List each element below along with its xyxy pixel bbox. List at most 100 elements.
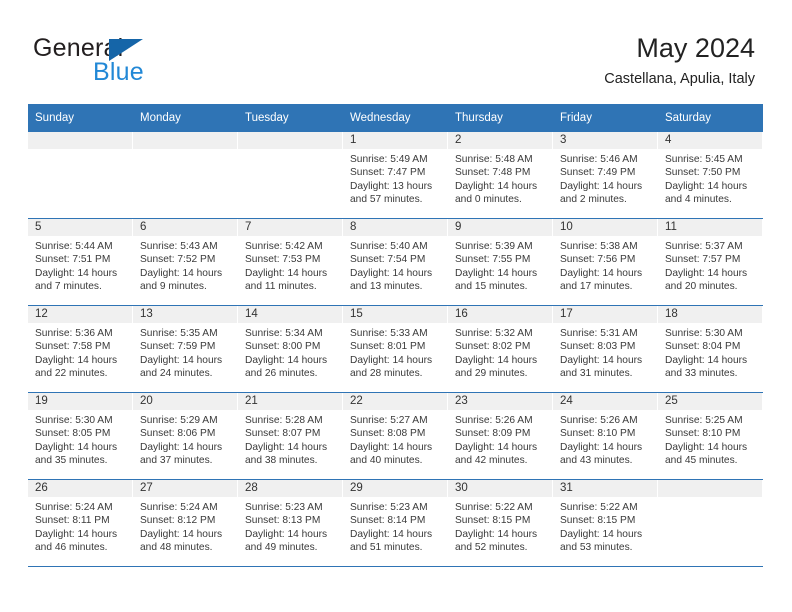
day-cell-inner: 29 Sunrise: 5:23 AM Sunset: 8:14 PM Dayligh… xyxy=(343,480,448,566)
day-sun-info: Sunrise: 5:45 AM Sunset: 7:50 PM Daylight:… xyxy=(658,149,762,207)
sunrise-text: Sunrise: 5:39 AM xyxy=(455,241,533,252)
sunrise-text: Sunrise: 5:45 AM xyxy=(665,154,743,165)
day-cell-inner: 8 Sunrise: 5:40 AM Sunset: 7:54 PM Daylight… xyxy=(343,219,448,305)
calendar-day-cell[interactable] xyxy=(133,132,238,219)
day-number: 29 xyxy=(343,480,447,497)
day-cell-inner xyxy=(133,132,238,218)
daylight-text: Daylight: 14 hours and 22 minutes. xyxy=(35,354,118,380)
weekday-header-saturday: Saturday xyxy=(658,104,763,132)
day-sun-info: Sunrise: 5:39 AM Sunset: 7:55 PM Daylight:… xyxy=(448,236,552,294)
calendar-table: Sunday Monday Tuesday Wednesday Thursday… xyxy=(28,104,763,567)
calendar-day-cell[interactable]: 10 Sunrise: 5:38 AM Sunset: 7:56 PM Dayligh… xyxy=(553,218,658,306)
daylight-text: Daylight: 14 hours and 49 minutes. xyxy=(245,528,328,554)
day-sun-info: Sunrise: 5:37 AM Sunset: 7:57 PM Daylight:… xyxy=(658,236,762,294)
page-subtitle: Castellana, Apulia, Italy xyxy=(604,71,755,87)
sunrise-text: Sunrise: 5:26 AM xyxy=(455,415,533,426)
day-sun-info: Sunrise: 5:25 AM Sunset: 8:10 PM Daylight:… xyxy=(658,410,762,468)
sunrise-text: Sunrise: 5:28 AM xyxy=(245,415,323,426)
logo-general-blue[interactable]: General Blue xyxy=(33,34,253,92)
sunset-text: Sunset: 7:56 PM xyxy=(560,254,636,266)
sunset-text: Sunset: 7:57 PM xyxy=(665,254,741,266)
sunrise-text: Sunrise: 5:37 AM xyxy=(665,241,743,252)
calendar-day-cell[interactable]: 3 Sunrise: 5:46 AM Sunset: 7:49 PM Daylight… xyxy=(553,132,658,219)
day-number: 25 xyxy=(658,393,762,410)
day-cell-inner: 16 Sunrise: 5:32 AM Sunset: 8:02 PM Dayligh… xyxy=(448,306,553,392)
calendar-day-cell[interactable]: 23 Sunrise: 5:26 AM Sunset: 8:09 PM Dayligh… xyxy=(448,392,553,480)
calendar-day-cell[interactable]: 9 Sunrise: 5:39 AM Sunset: 7:55 PM Daylight… xyxy=(448,218,553,306)
calendar-day-cell[interactable]: 11 Sunrise: 5:37 AM Sunset: 7:57 PM Dayligh… xyxy=(658,218,763,306)
day-cell-inner: 14 Sunrise: 5:34 AM Sunset: 8:00 PM Dayligh… xyxy=(238,306,343,392)
calendar-day-cell[interactable]: 20 Sunrise: 5:29 AM Sunset: 8:06 PM Dayligh… xyxy=(133,392,238,480)
sunrise-text: Sunrise: 5:44 AM xyxy=(35,241,113,252)
day-number: 13 xyxy=(133,306,237,323)
calendar-day-cell[interactable] xyxy=(28,132,133,219)
sunset-text: Sunset: 8:13 PM xyxy=(245,515,321,527)
day-sun-info: Sunrise: 5:42 AM Sunset: 7:53 PM Daylight:… xyxy=(238,236,342,294)
calendar-day-cell[interactable]: 15 Sunrise: 5:33 AM Sunset: 8:01 PM Dayligh… xyxy=(343,305,448,393)
day-number: 28 xyxy=(238,480,342,497)
daylight-text: Daylight: 14 hours and 43 minutes. xyxy=(560,441,643,467)
calendar-day-cell[interactable]: 8 Sunrise: 5:40 AM Sunset: 7:54 PM Daylight… xyxy=(343,218,448,306)
daylight-text: Daylight: 14 hours and 33 minutes. xyxy=(665,354,748,380)
sunrise-text: Sunrise: 5:32 AM xyxy=(455,328,533,339)
weekday-header-monday: Monday xyxy=(133,104,238,132)
calendar-day-cell[interactable]: 30 Sunrise: 5:22 AM Sunset: 8:15 PM Dayligh… xyxy=(448,479,553,567)
day-cell-inner: 27 Sunrise: 5:24 AM Sunset: 8:12 PM Dayligh… xyxy=(133,480,238,566)
day-cell-inner: 9 Sunrise: 5:39 AM Sunset: 7:55 PM Daylight… xyxy=(448,219,553,305)
calendar-day-cell[interactable]: 13 Sunrise: 5:35 AM Sunset: 7:59 PM Dayligh… xyxy=(133,305,238,393)
calendar-day-cell[interactable]: 26 Sunrise: 5:24 AM Sunset: 8:11 PM Dayligh… xyxy=(28,479,133,567)
day-sun-info: Sunrise: 5:49 AM Sunset: 7:47 PM Daylight:… xyxy=(343,149,447,207)
calendar-day-cell[interactable]: 28 Sunrise: 5:23 AM Sunset: 8:13 PM Dayligh… xyxy=(238,479,343,567)
day-cell-inner: 21 Sunrise: 5:28 AM Sunset: 8:07 PM Dayligh… xyxy=(238,393,343,479)
calendar-day-cell[interactable]: 7 Sunrise: 5:42 AM Sunset: 7:53 PM Daylight… xyxy=(238,218,343,306)
day-sun-info: Sunrise: 5:26 AM Sunset: 8:10 PM Daylight:… xyxy=(553,410,657,468)
day-number: 22 xyxy=(343,393,447,410)
calendar-day-cell[interactable]: 5 Sunrise: 5:44 AM Sunset: 7:51 PM Daylight… xyxy=(28,218,133,306)
day-number xyxy=(658,480,762,497)
day-number: 6 xyxy=(133,219,237,236)
day-number: 3 xyxy=(553,132,657,149)
calendar-day-cell[interactable]: 17 Sunrise: 5:31 AM Sunset: 8:03 PM Dayligh… xyxy=(553,305,658,393)
daylight-text: Daylight: 14 hours and 52 minutes. xyxy=(455,528,538,554)
day-number: 4 xyxy=(658,132,762,149)
sunrise-text: Sunrise: 5:23 AM xyxy=(350,502,428,513)
calendar-day-cell[interactable]: 22 Sunrise: 5:27 AM Sunset: 8:08 PM Dayligh… xyxy=(343,392,448,480)
day-cell-inner: 24 Sunrise: 5:26 AM Sunset: 8:10 PM Dayligh… xyxy=(553,393,658,479)
day-cell-inner: 2 Sunrise: 5:48 AM Sunset: 7:48 PM Daylight… xyxy=(448,132,553,218)
day-number: 20 xyxy=(133,393,237,410)
daylight-text: Daylight: 14 hours and 42 minutes. xyxy=(455,441,538,467)
weekday-header-friday: Friday xyxy=(553,104,658,132)
calendar-day-cell[interactable]: 4 Sunrise: 5:45 AM Sunset: 7:50 PM Daylight… xyxy=(658,132,763,219)
daylight-text: Daylight: 14 hours and 20 minutes. xyxy=(665,267,748,293)
calendar-day-cell[interactable]: 1 Sunrise: 5:49 AM Sunset: 7:47 PM Daylight… xyxy=(343,132,448,219)
calendar-day-cell[interactable]: 27 Sunrise: 5:24 AM Sunset: 8:12 PM Dayligh… xyxy=(133,479,238,567)
sunset-text: Sunset: 7:51 PM xyxy=(35,254,111,266)
day-sun-info: Sunrise: 5:31 AM Sunset: 8:03 PM Daylight:… xyxy=(553,323,657,381)
day-sun-info: Sunrise: 5:24 AM Sunset: 8:12 PM Daylight:… xyxy=(133,497,237,555)
calendar-day-cell[interactable]: 18 Sunrise: 5:30 AM Sunset: 8:04 PM Dayligh… xyxy=(658,305,763,393)
calendar-day-cell[interactable]: 29 Sunrise: 5:23 AM Sunset: 8:14 PM Dayligh… xyxy=(343,479,448,567)
calendar-day-cell[interactable]: 2 Sunrise: 5:48 AM Sunset: 7:48 PM Daylight… xyxy=(448,132,553,219)
calendar-day-cell[interactable] xyxy=(238,132,343,219)
daylight-text: Daylight: 14 hours and 24 minutes. xyxy=(140,354,223,380)
sunrise-text: Sunrise: 5:24 AM xyxy=(140,502,218,513)
calendar-day-cell[interactable]: 21 Sunrise: 5:28 AM Sunset: 8:07 PM Dayligh… xyxy=(238,392,343,480)
sunset-text: Sunset: 7:53 PM xyxy=(245,254,321,266)
daylight-text: Daylight: 14 hours and 13 minutes. xyxy=(350,267,433,293)
calendar-day-cell[interactable]: 16 Sunrise: 5:32 AM Sunset: 8:02 PM Dayligh… xyxy=(448,305,553,393)
calendar-day-cell[interactable]: 25 Sunrise: 5:25 AM Sunset: 8:10 PM Dayligh… xyxy=(658,392,763,480)
calendar-day-cell[interactable]: 19 Sunrise: 5:30 AM Sunset: 8:05 PM Dayligh… xyxy=(28,392,133,480)
day-cell-inner: 4 Sunrise: 5:45 AM Sunset: 7:50 PM Daylight… xyxy=(658,132,763,218)
sunset-text: Sunset: 7:52 PM xyxy=(140,254,216,266)
calendar-day-cell[interactable]: 6 Sunrise: 5:43 AM Sunset: 7:52 PM Daylight… xyxy=(133,218,238,306)
day-number xyxy=(133,132,237,149)
calendar-day-cell[interactable]: 24 Sunrise: 5:26 AM Sunset: 8:10 PM Dayligh… xyxy=(553,392,658,480)
logo-word-blue: Blue xyxy=(93,58,144,86)
day-number: 19 xyxy=(28,393,132,410)
calendar-day-cell[interactable]: 14 Sunrise: 5:34 AM Sunset: 8:00 PM Dayligh… xyxy=(238,305,343,393)
calendar-day-cell[interactable]: 12 Sunrise: 5:36 AM Sunset: 7:58 PM Dayligh… xyxy=(28,305,133,393)
calendar-day-cell[interactable] xyxy=(658,479,763,567)
sunrise-text: Sunrise: 5:30 AM xyxy=(665,328,743,339)
day-number: 18 xyxy=(658,306,762,323)
calendar-day-cell[interactable]: 31 Sunrise: 5:22 AM Sunset: 8:15 PM Dayligh… xyxy=(553,479,658,567)
